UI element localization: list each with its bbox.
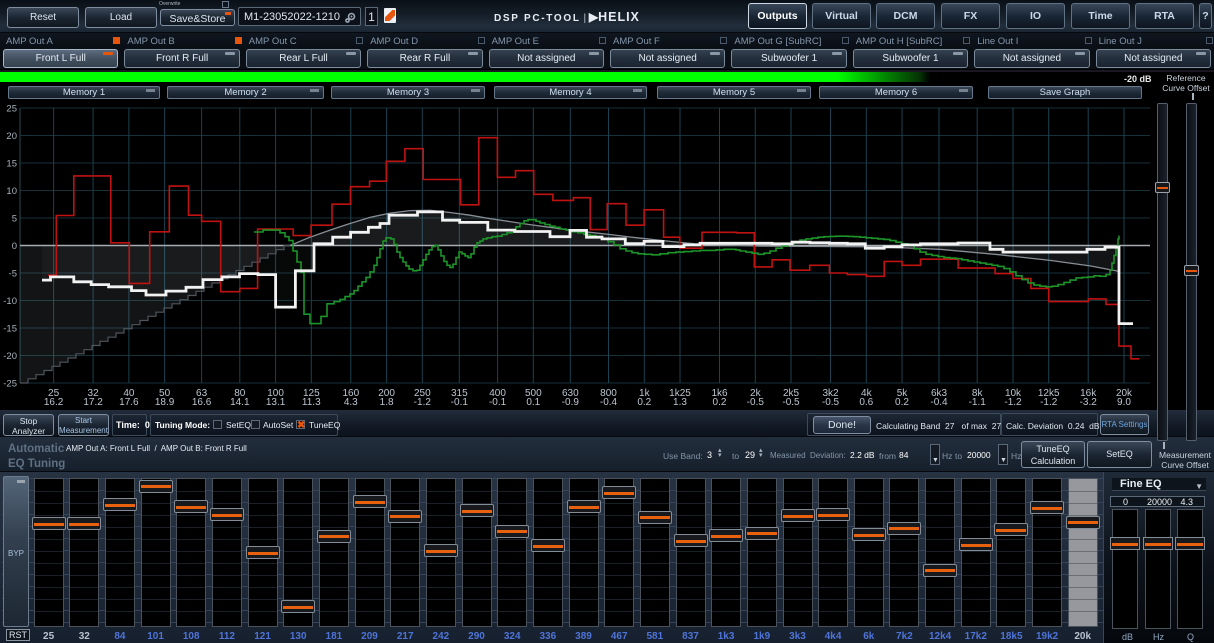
svg-text:-10: -10: [3, 296, 17, 307]
svg-text:10: 10: [6, 186, 17, 197]
svg-text:-0.9: -0.9: [562, 397, 580, 408]
svg-text:-0.1: -0.1: [451, 397, 469, 408]
svg-text:15: 15: [6, 159, 17, 170]
svg-text:-0.1: -0.1: [489, 397, 507, 408]
svg-text:16.2: 16.2: [44, 397, 64, 408]
svg-text:-3.2: -3.2: [1080, 397, 1098, 408]
svg-text:16.6: 16.6: [192, 397, 212, 408]
svg-text:-1.2: -1.2: [414, 397, 432, 408]
svg-text:-0.4: -0.4: [930, 397, 948, 408]
svg-text:9.0: 9.0: [1117, 397, 1131, 408]
svg-text:0.2: 0.2: [713, 397, 727, 408]
svg-text:-20: -20: [3, 351, 17, 362]
svg-text:-0.5: -0.5: [822, 397, 840, 408]
svg-text:0.2: 0.2: [895, 397, 909, 408]
svg-text:-15: -15: [3, 324, 17, 335]
svg-text:-0.4: -0.4: [600, 397, 618, 408]
svg-text:5: 5: [12, 214, 17, 225]
svg-text:13.1: 13.1: [266, 397, 286, 408]
svg-text:-0.5: -0.5: [782, 397, 800, 408]
svg-text:1.3: 1.3: [673, 397, 687, 408]
svg-text:0: 0: [12, 241, 17, 252]
svg-text:0.6: 0.6: [859, 397, 873, 408]
svg-text:-25: -25: [3, 379, 17, 390]
svg-text:11.3: 11.3: [302, 397, 321, 408]
svg-text:1.8: 1.8: [380, 397, 394, 408]
svg-text:0.2: 0.2: [637, 397, 651, 408]
svg-text:18.9: 18.9: [155, 397, 175, 408]
svg-text:20: 20: [6, 131, 17, 142]
svg-text:17.6: 17.6: [119, 397, 139, 408]
svg-text:-0.5: -0.5: [747, 397, 765, 408]
svg-text:0.1: 0.1: [526, 397, 540, 408]
svg-text:-1.2: -1.2: [1040, 397, 1058, 408]
svg-text:14.1: 14.1: [230, 397, 250, 408]
svg-text:-1.2: -1.2: [1004, 397, 1022, 408]
svg-text:-1.1: -1.1: [969, 397, 987, 408]
svg-text:17.2: 17.2: [83, 397, 103, 408]
svg-text:4.3: 4.3: [344, 397, 358, 408]
svg-text:-5: -5: [9, 269, 17, 280]
svg-text:25: 25: [6, 104, 17, 115]
